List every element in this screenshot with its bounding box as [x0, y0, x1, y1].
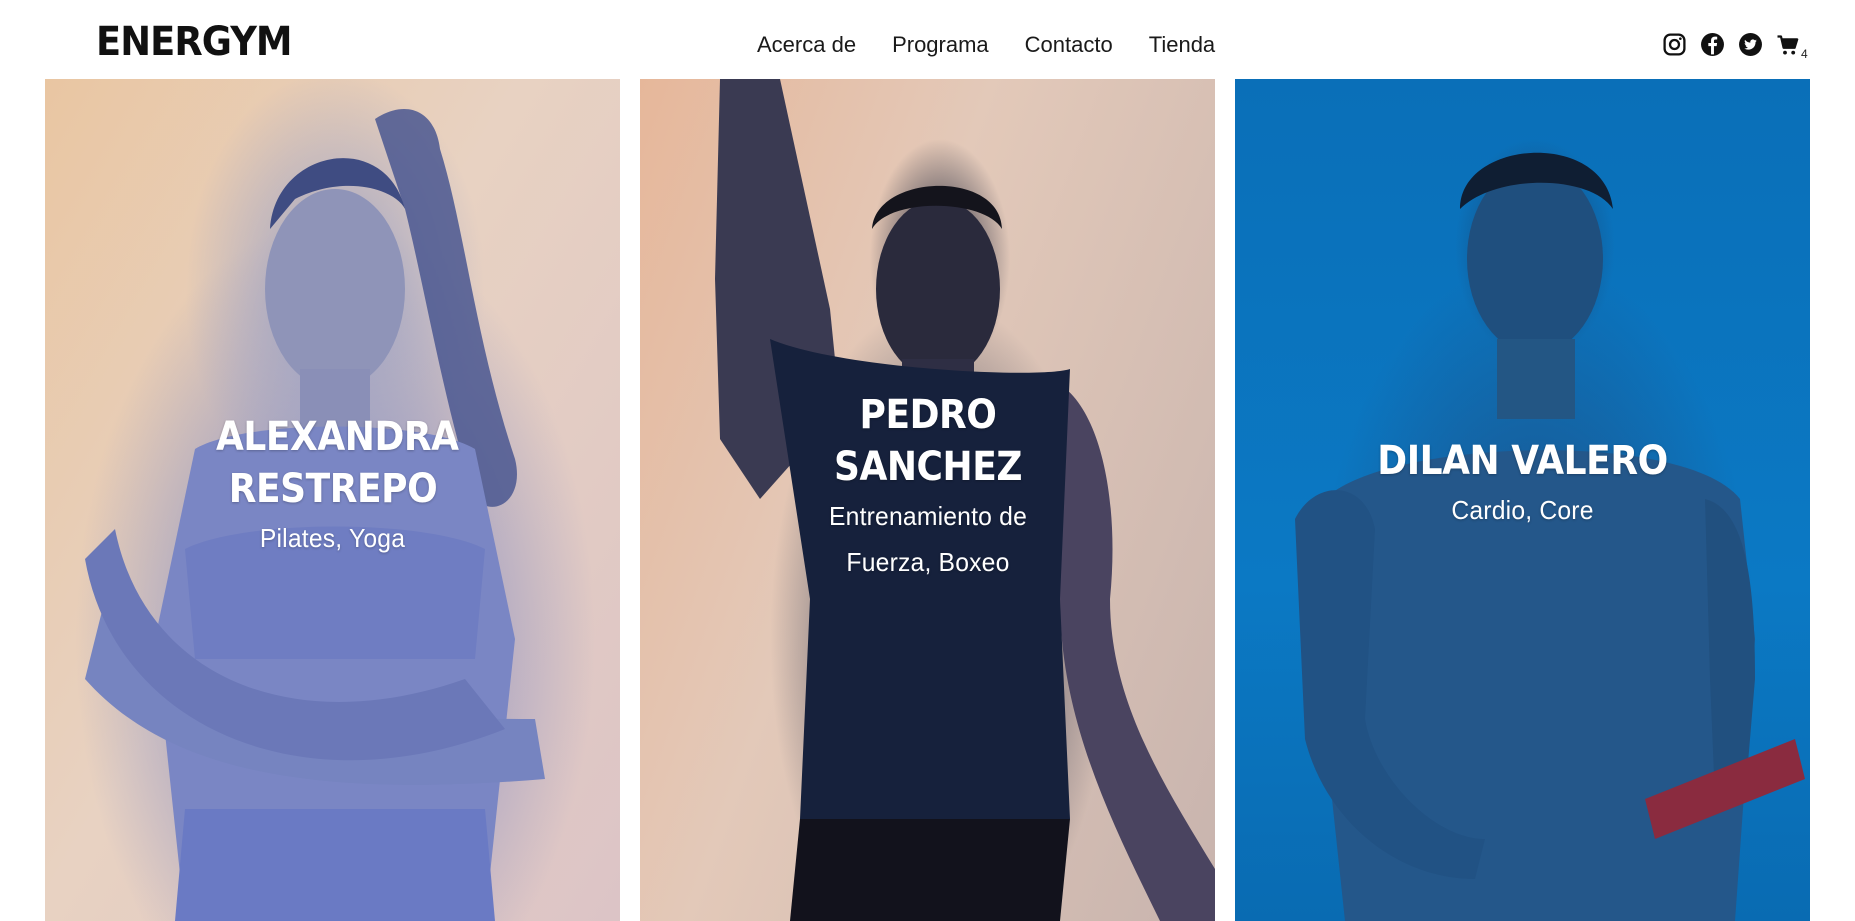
trainer-card-alexandra[interactable]: ALEXANDRA RESTREPO Pilates, Yoga [45, 79, 620, 921]
nav-item-acerca-de[interactable]: Acerca de [757, 34, 856, 56]
trainer-card-dilan[interactable]: DILAN VALERO Cardio, Core [1235, 79, 1810, 921]
instagram-icon[interactable] [1662, 32, 1687, 57]
cart-count-badge: 4 [1801, 46, 1808, 61]
trainer-specialty: Entrenamiento de Fuerza, Boxeo [828, 501, 1027, 577]
trainer-specialty: Cardio, Core [1451, 495, 1594, 525]
trainer-info-pedro: PEDRO SANCHEZ Entrenamiento de Fuerza, B… [640, 389, 1215, 585]
trainer-card-pedro[interactable]: PEDRO SANCHEZ Entrenamiento de Fuerza, B… [640, 79, 1215, 921]
trainers-grid: ALEXANDRA RESTREPO Pilates, Yoga PEDRO S… [45, 79, 1810, 921]
trainer-name: ALEXANDRA RESTREPO [215, 414, 459, 512]
facebook-icon[interactable] [1700, 32, 1725, 57]
trainer-name: DILAN VALERO [1377, 438, 1668, 484]
nav-item-tienda[interactable]: Tienda [1149, 34, 1215, 56]
trainer-name: PEDRO SANCHEZ [833, 392, 1022, 490]
social-links: 4 [1662, 32, 1808, 61]
nav-item-contacto[interactable]: Contacto [1025, 34, 1113, 56]
twitter-icon[interactable] [1738, 32, 1763, 57]
cart-button[interactable]: 4 [1776, 33, 1808, 61]
main-nav: Acerca de Programa Contacto Tienda [757, 34, 1215, 56]
trainer-info-dilan: DILAN VALERO Cardio, Core [1235, 435, 1810, 533]
cart-icon [1777, 34, 1799, 54]
trainer-specialty: Pilates, Yoga [259, 523, 406, 553]
brand-logo[interactable]: ENERGYM [96, 22, 293, 62]
site-header: ENERGYM Acerca de Programa Contacto Tien… [0, 0, 1855, 79]
nav-item-programa[interactable]: Programa [892, 34, 989, 56]
trainer-info-alexandra: ALEXANDRA RESTREPO Pilates, Yoga [45, 411, 620, 561]
